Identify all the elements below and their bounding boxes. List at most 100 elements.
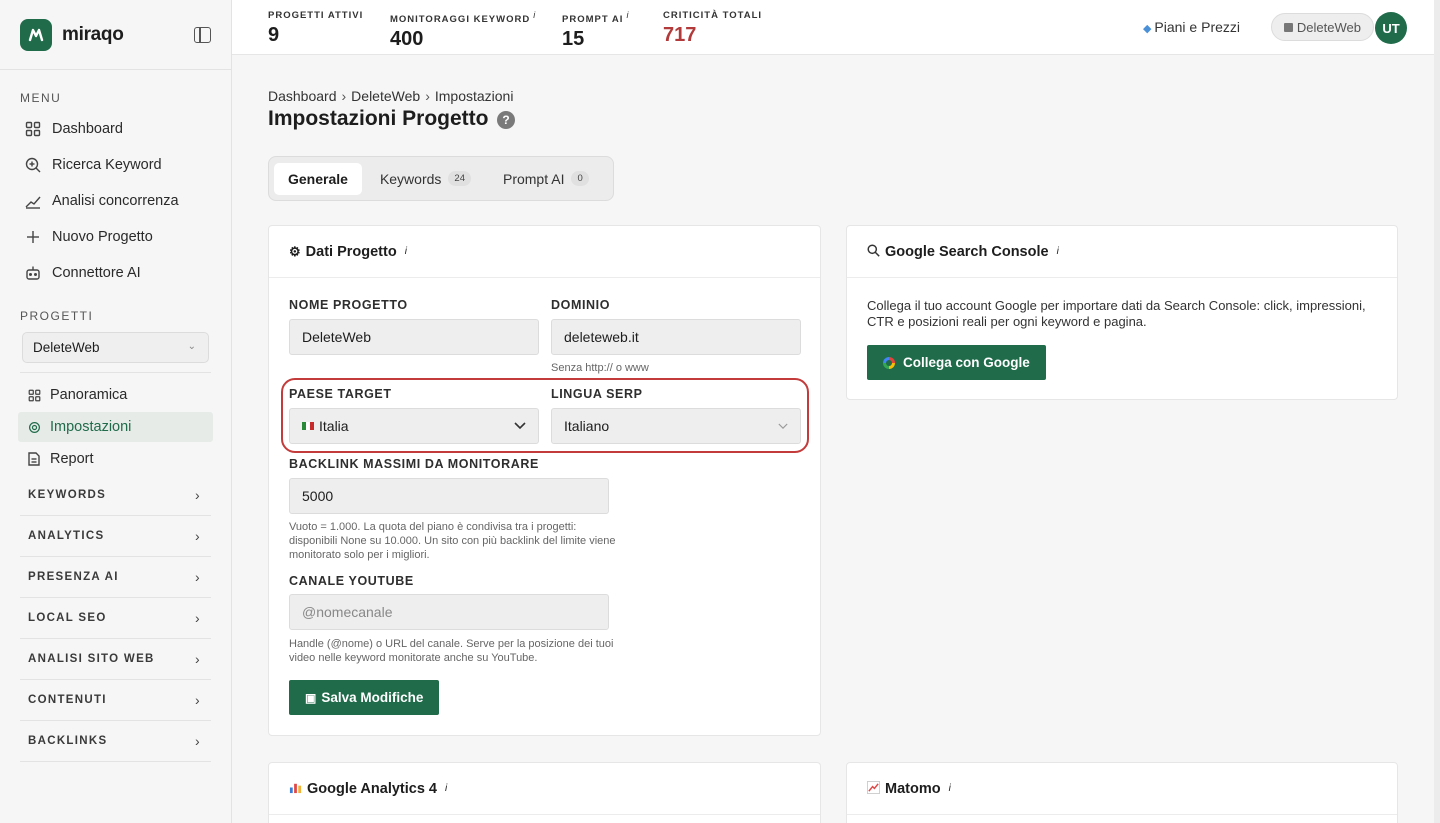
group-label: ANALISI SITO WEB [28, 653, 155, 665]
project-pill[interactable]: DeleteWeb [1270, 13, 1374, 41]
tab-count-badge: 0 [571, 171, 589, 186]
save-button-label: Salva Modifiche [321, 690, 424, 705]
grid-icon [26, 387, 42, 403]
divider [20, 372, 211, 373]
dominio-label: DOMINIO [551, 298, 611, 312]
brand-name: miraqo [62, 23, 124, 45]
nav-item-label: Dashboard [52, 121, 123, 137]
canale-youtube-input[interactable]: @nomecanale [289, 594, 609, 630]
building-icon [1283, 22, 1293, 32]
chevron-right-icon: › [195, 733, 201, 749]
breadcrumb: Dashboard › DeleteWeb › Impostazioni [268, 88, 513, 104]
nav-item-label: Analisi concorrenza [52, 193, 179, 209]
gem-icon: ◆ [1142, 23, 1152, 35]
paese-target-value: Italia [319, 418, 349, 434]
lingua-serp-label: LINGUA SERP [551, 387, 643, 401]
info-icon[interactable]: i [445, 783, 447, 794]
info-icon[interactable]: i [949, 783, 951, 794]
plans-link[interactable]: ◆ Piani e Prezzi [1143, 19, 1240, 35]
nav-item-label: Connettore AI [52, 265, 141, 281]
nav-item-nuovo-progetto[interactable]: Nuovo Progetto [0, 219, 231, 255]
google-analytics-card: Google Analytics 4 i [268, 762, 821, 823]
lingua-serp-select[interactable]: Italiano [551, 408, 801, 444]
logo-icon[interactable] [20, 18, 52, 51]
group-keywords[interactable]: KEYWORDS › [20, 475, 211, 516]
nav-item-analisi-concorrenza[interactable]: Analisi concorrenza [0, 183, 231, 219]
breadcrumb-link-project[interactable]: DeleteWeb [351, 88, 420, 104]
bar-chart-icon [289, 781, 302, 797]
project-nav-impostazioni[interactable]: Impostazioni [18, 412, 213, 442]
chevron-down-icon: ⌄ [187, 341, 196, 352]
magnifier-icon [867, 243, 880, 260]
nav-item-connettore-ai[interactable]: Connettore AI [0, 255, 231, 291]
group-analisi-sito-web[interactable]: ANALISI SITO WEB › [20, 639, 211, 680]
breadcrumb-link-dashboard[interactable]: Dashboard [268, 88, 337, 104]
project-nav-panoramica[interactable]: Panoramica [18, 380, 213, 410]
group-contenuti[interactable]: CONTENUTI › [20, 680, 211, 721]
project-nav-report[interactable]: Report [18, 444, 213, 474]
card-header: ⚙ Dati Progetto i [269, 226, 820, 278]
matomo-card: Matomo i [846, 762, 1398, 823]
connect-google-label: Collega con Google [903, 355, 1030, 370]
lingua-serp-value: Italiano [564, 418, 610, 434]
scrollbar[interactable] [1434, 0, 1440, 823]
connect-google-button[interactable]: Collega con Google [867, 345, 1046, 380]
gsc-description: Collega il tuo account Google per import… [867, 298, 1366, 329]
document-icon [26, 451, 42, 467]
dominio-input[interactable]: deleteweb.it [551, 319, 801, 355]
sidebar-toggle-icon[interactable] [194, 27, 211, 43]
project-nav-label: Report [50, 451, 94, 467]
stat-label: MONITORAGGI KEYWORD i [390, 10, 537, 26]
paese-target-select[interactable]: Italia [289, 408, 539, 444]
group-presenza-ai[interactable]: PRESENZA AI › [20, 557, 211, 598]
breadcrumb-separator: › [425, 88, 430, 104]
stat-value: 717 [663, 24, 697, 46]
card-header: Matomo i [847, 763, 1397, 815]
group-label: PRESENZA AI [28, 571, 119, 583]
project-select[interactable]: DeleteWeb ⌄ [22, 332, 209, 363]
stat-value: 9 [268, 24, 280, 46]
gear-icon [26, 419, 42, 435]
stat-label: CRITICITÀ TOTALI [663, 10, 763, 21]
group-label: ANALYTICS [28, 530, 105, 542]
nav-item-dashboard[interactable]: Dashboard [0, 111, 231, 147]
stat-prompt-ai: PROMPT AI i 15 [562, 10, 629, 51]
chevron-right-icon: › [195, 651, 201, 667]
paese-target-label: PAESE TARGET [289, 387, 392, 401]
tab-count-badge: 24 [448, 171, 471, 186]
info-icon[interactable]: i [626, 10, 629, 20]
nav-item-ricerca-keyword[interactable]: Ricerca Keyword [0, 147, 231, 183]
tab-keywords[interactable]: Keywords 24 [366, 163, 485, 195]
page-title: Impostazioni Progetto [268, 107, 489, 130]
card-title: Google Analytics 4 [307, 780, 437, 797]
group-label: KEYWORDS [28, 489, 107, 501]
canale-youtube-help-text: Handle (@nome) o URL del canale. Serve p… [289, 638, 614, 664]
group-label: BACKLINKS [28, 735, 108, 747]
avatar[interactable]: UT [1375, 12, 1407, 44]
help-icon[interactable]: ? [497, 111, 515, 129]
nav-item-label: Nuovo Progetto [52, 229, 153, 245]
google-logo-icon [883, 356, 895, 369]
info-icon[interactable]: i [1057, 246, 1059, 257]
tab-prompt-ai[interactable]: Prompt AI 0 [489, 163, 603, 195]
italy-flag-icon [302, 422, 314, 430]
stat-value: 15 [562, 28, 585, 51]
card-header: Google Search Console i [847, 226, 1397, 278]
backlink-max-input[interactable]: 5000 [289, 478, 609, 514]
group-backlinks[interactable]: BACKLINKS › [20, 721, 211, 762]
group-analytics[interactable]: ANALYTICS › [20, 516, 211, 557]
tabs: Generale Keywords 24 Prompt AI 0 [268, 156, 614, 201]
breadcrumb-current: Impostazioni [434, 88, 514, 104]
breadcrumb-separator: › [341, 88, 347, 104]
group-local-seo[interactable]: LOCAL SEO › [20, 598, 211, 639]
tab-label: Keywords [379, 170, 442, 187]
stat-progetti-attivi: PROGETTI ATTIVI 9 [268, 10, 363, 47]
info-icon[interactable]: i [533, 10, 536, 20]
save-button[interactable]: ▣ Salva Modifiche [289, 680, 440, 715]
info-icon[interactable]: i [405, 246, 407, 257]
stat-label: PROGETTI ATTIVI [268, 10, 364, 21]
card-title: Google Search Console [885, 243, 1049, 260]
tab-generale[interactable]: Generale [274, 162, 362, 195]
nome-progetto-input[interactable]: DeleteWeb [289, 319, 539, 355]
menu-section-title: MENU [20, 91, 62, 105]
